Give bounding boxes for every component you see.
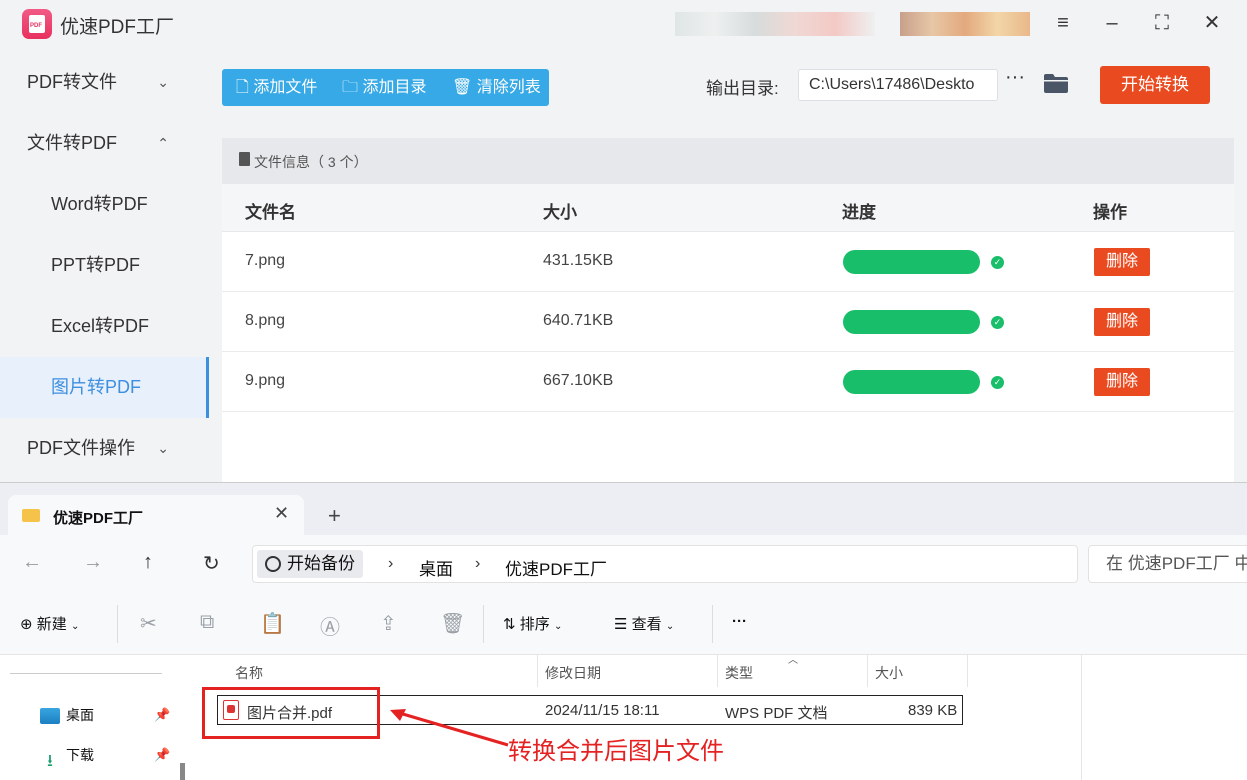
- document-icon: [239, 152, 250, 166]
- more-options-button[interactable]: ···: [1005, 66, 1025, 89]
- back-arrow-icon[interactable]: ←: [22, 551, 42, 574]
- column-size[interactable]: 大小: [875, 663, 903, 683]
- sidebar-item-file-to-pdf[interactable]: 文件转PDF ⌃: [0, 113, 209, 174]
- nav-item-downloads[interactable]: ⭳ 下载: [40, 745, 94, 771]
- add-file-button[interactable]: 🗋 添加文件: [236, 69, 317, 106]
- delete-button[interactable]: 删除: [1094, 368, 1150, 396]
- app-title: 优速PDF工厂: [60, 17, 175, 38]
- cut-icon[interactable]: ✂: [140, 611, 157, 636]
- view-button[interactable]: ☰ 查看 ⌄: [614, 613, 674, 634]
- chevron-up-icon: ⌃: [157, 135, 169, 151]
- screen: PDF 优速PDF工厂 ≡ – ⛶ ✕ PDF转文件 ⌄ 文件转PDF ⌃ Word…: [0, 0, 1247, 780]
- delete-button[interactable]: 删除: [1094, 308, 1150, 336]
- refresh-icon[interactable]: ↻: [203, 551, 220, 576]
- pin-icon[interactable]: 📌: [154, 747, 170, 763]
- close-tab-icon[interactable]: ✕: [274, 503, 289, 524]
- scrollbar[interactable]: [180, 763, 185, 780]
- blurred-region: [900, 12, 1030, 36]
- file-list: 名称 修改日期 类型 ︿ 大小 图片合并.pdf 2024/11/15 18:1…: [193, 655, 1247, 780]
- explorer-commandbar: ⊕ 新建 ⌄ ✂ ⧉ 📋 Ⓐ ⇪ 🗑 ⇅ 排序 ⌄ ☰ 查看 ⌄ ···: [0, 593, 1247, 655]
- file-explorer-window: 优速PDF工厂 ✕ + ← → ↑ ↻ 开始备份 › 桌面 › 优速PDF工厂 …: [0, 482, 1247, 780]
- table-header: 文件名 大小 进度 操作: [222, 184, 1234, 232]
- search-input[interactable]: 在 优速PDF工厂 中: [1088, 545, 1247, 583]
- highlight-box: [202, 687, 380, 739]
- annotation-text: 转换合并后图片文件: [508, 738, 724, 765]
- chevron-right-icon: ›: [388, 555, 394, 572]
- more-button[interactable]: ···: [732, 613, 747, 630]
- sort-indicator-icon: ︿: [788, 655, 798, 666]
- open-folder-icon[interactable]: [1044, 73, 1068, 93]
- table-row: 7.png 431.15KB ✓ 删除: [222, 232, 1234, 292]
- blurred-region: [675, 12, 875, 36]
- new-tab-button[interactable]: +: [328, 503, 341, 529]
- sidebar-item-image-to-pdf[interactable]: 图片转PDF: [0, 357, 209, 418]
- add-directory-button[interactable]: 🗀 添加目录: [342, 69, 426, 106]
- close-button[interactable]: ✕: [1197, 10, 1227, 36]
- table-row: 9.png 667.10KB ✓ 删除: [222, 352, 1234, 412]
- column-modified[interactable]: 修改日期: [545, 663, 601, 683]
- chevron-right-icon: ›: [475, 555, 481, 572]
- maximize-button[interactable]: ⛶: [1147, 10, 1177, 36]
- file-toolbar: 🗋 添加文件 🗀 添加目录 🗑 清除列表: [222, 69, 549, 106]
- delete-icon[interactable]: 🗑: [440, 611, 465, 636]
- new-button[interactable]: ⊕ 新建 ⌄: [20, 613, 79, 634]
- app-titlebar: PDF 优速PDF工厂 ≡ – ⛶ ✕: [0, 0, 1247, 52]
- nav-item-desktop[interactable]: 桌面: [40, 705, 94, 725]
- explorer-tab[interactable]: 优速PDF工厂 ✕: [8, 495, 304, 535]
- progress-bar: [843, 370, 980, 394]
- clear-list-button[interactable]: 🗑 清除列表: [452, 69, 541, 106]
- breadcrumb-folder[interactable]: 优速PDF工厂: [505, 555, 607, 580]
- sidebar-item-ppt-to-pdf[interactable]: PPT转PDF: [0, 235, 209, 296]
- table-row: 8.png 640.71KB ✓ 删除: [222, 292, 1234, 352]
- breadcrumb-desktop[interactable]: 桌面: [419, 555, 453, 580]
- column-progress: 进度: [842, 203, 876, 222]
- delete-button[interactable]: 删除: [1094, 248, 1150, 276]
- chevron-down-icon: ⌄: [157, 74, 169, 90]
- check-icon: ✓: [991, 316, 1004, 329]
- annotation-arrow: [390, 709, 509, 747]
- chevron-down-icon: ⌄: [157, 440, 169, 456]
- rename-icon[interactable]: Ⓐ: [320, 611, 340, 640]
- file-list-panel: 文件信息（ 3 个） 文件名 大小 进度 操作 7.png 431.15KB ✓…: [222, 138, 1234, 482]
- forward-arrow-icon[interactable]: →: [83, 551, 103, 574]
- column-name[interactable]: 名称: [235, 663, 263, 683]
- backup-icon: [265, 556, 281, 572]
- main-area: 🗋 添加文件 🗀 添加目录 🗑 清除列表 输出目录: C:\Users\1748…: [209, 52, 1247, 482]
- up-arrow-icon[interactable]: ↑: [143, 551, 153, 574]
- folder-icon: [22, 509, 40, 522]
- column-action: 操作: [1093, 203, 1127, 222]
- output-dir-label: 输出目录:: [706, 79, 779, 98]
- app-logo-icon: PDF: [22, 9, 52, 39]
- progress-bar: [843, 310, 980, 334]
- column-filename: 文件名: [245, 203, 296, 222]
- menu-icon[interactable]: ≡: [1048, 10, 1078, 36]
- column-type[interactable]: 类型: [725, 663, 753, 683]
- start-convert-button[interactable]: 开始转换: [1100, 66, 1210, 104]
- sidebar-item-pdf-to-file[interactable]: PDF转文件 ⌄: [0, 52, 209, 113]
- address-bar[interactable]: 开始备份 › 桌面 › 优速PDF工厂: [252, 545, 1078, 583]
- sidebar-item-pdf-operations[interactable]: PDF文件操作 ⌄: [0, 418, 209, 479]
- sidebar: PDF转文件 ⌄ 文件转PDF ⌃ Word转PDF PPT转PDF Excel转P…: [0, 52, 209, 482]
- paste-icon[interactable]: 📋: [260, 611, 285, 636]
- explorer-tabbar: 优速PDF工厂 ✕ +: [0, 483, 1247, 535]
- copy-icon[interactable]: ⧉: [200, 611, 214, 634]
- desktop-icon: [40, 708, 60, 725]
- output-dir-input[interactable]: C:\Users\17486\Deskto: [798, 69, 998, 101]
- check-icon: ✓: [991, 376, 1004, 389]
- sidebar-item-word-to-pdf[interactable]: Word转PDF: [0, 174, 209, 235]
- file-info-header: 文件信息（ 3 个）: [222, 138, 1234, 184]
- pin-icon[interactable]: 📌: [154, 707, 170, 723]
- sort-button[interactable]: ⇅ 排序 ⌄: [503, 613, 562, 634]
- minimize-button[interactable]: –: [1097, 10, 1127, 36]
- check-icon: ✓: [991, 256, 1004, 269]
- column-size: 大小: [543, 203, 577, 222]
- breadcrumb-home[interactable]: 开始备份: [257, 550, 363, 578]
- progress-bar: [843, 250, 980, 274]
- share-icon[interactable]: ⇪: [380, 611, 397, 636]
- navigation-pane: 桌面 📌 ⭳ 下载 📌: [0, 655, 185, 780]
- sidebar-item-excel-to-pdf[interactable]: Excel转PDF: [0, 296, 209, 357]
- download-icon: ⭳: [47, 751, 53, 771]
- explorer-navbar: ← → ↑ ↻ 开始备份 › 桌面 › 优速PDF工厂 在 优速PDF工厂 中: [0, 535, 1247, 593]
